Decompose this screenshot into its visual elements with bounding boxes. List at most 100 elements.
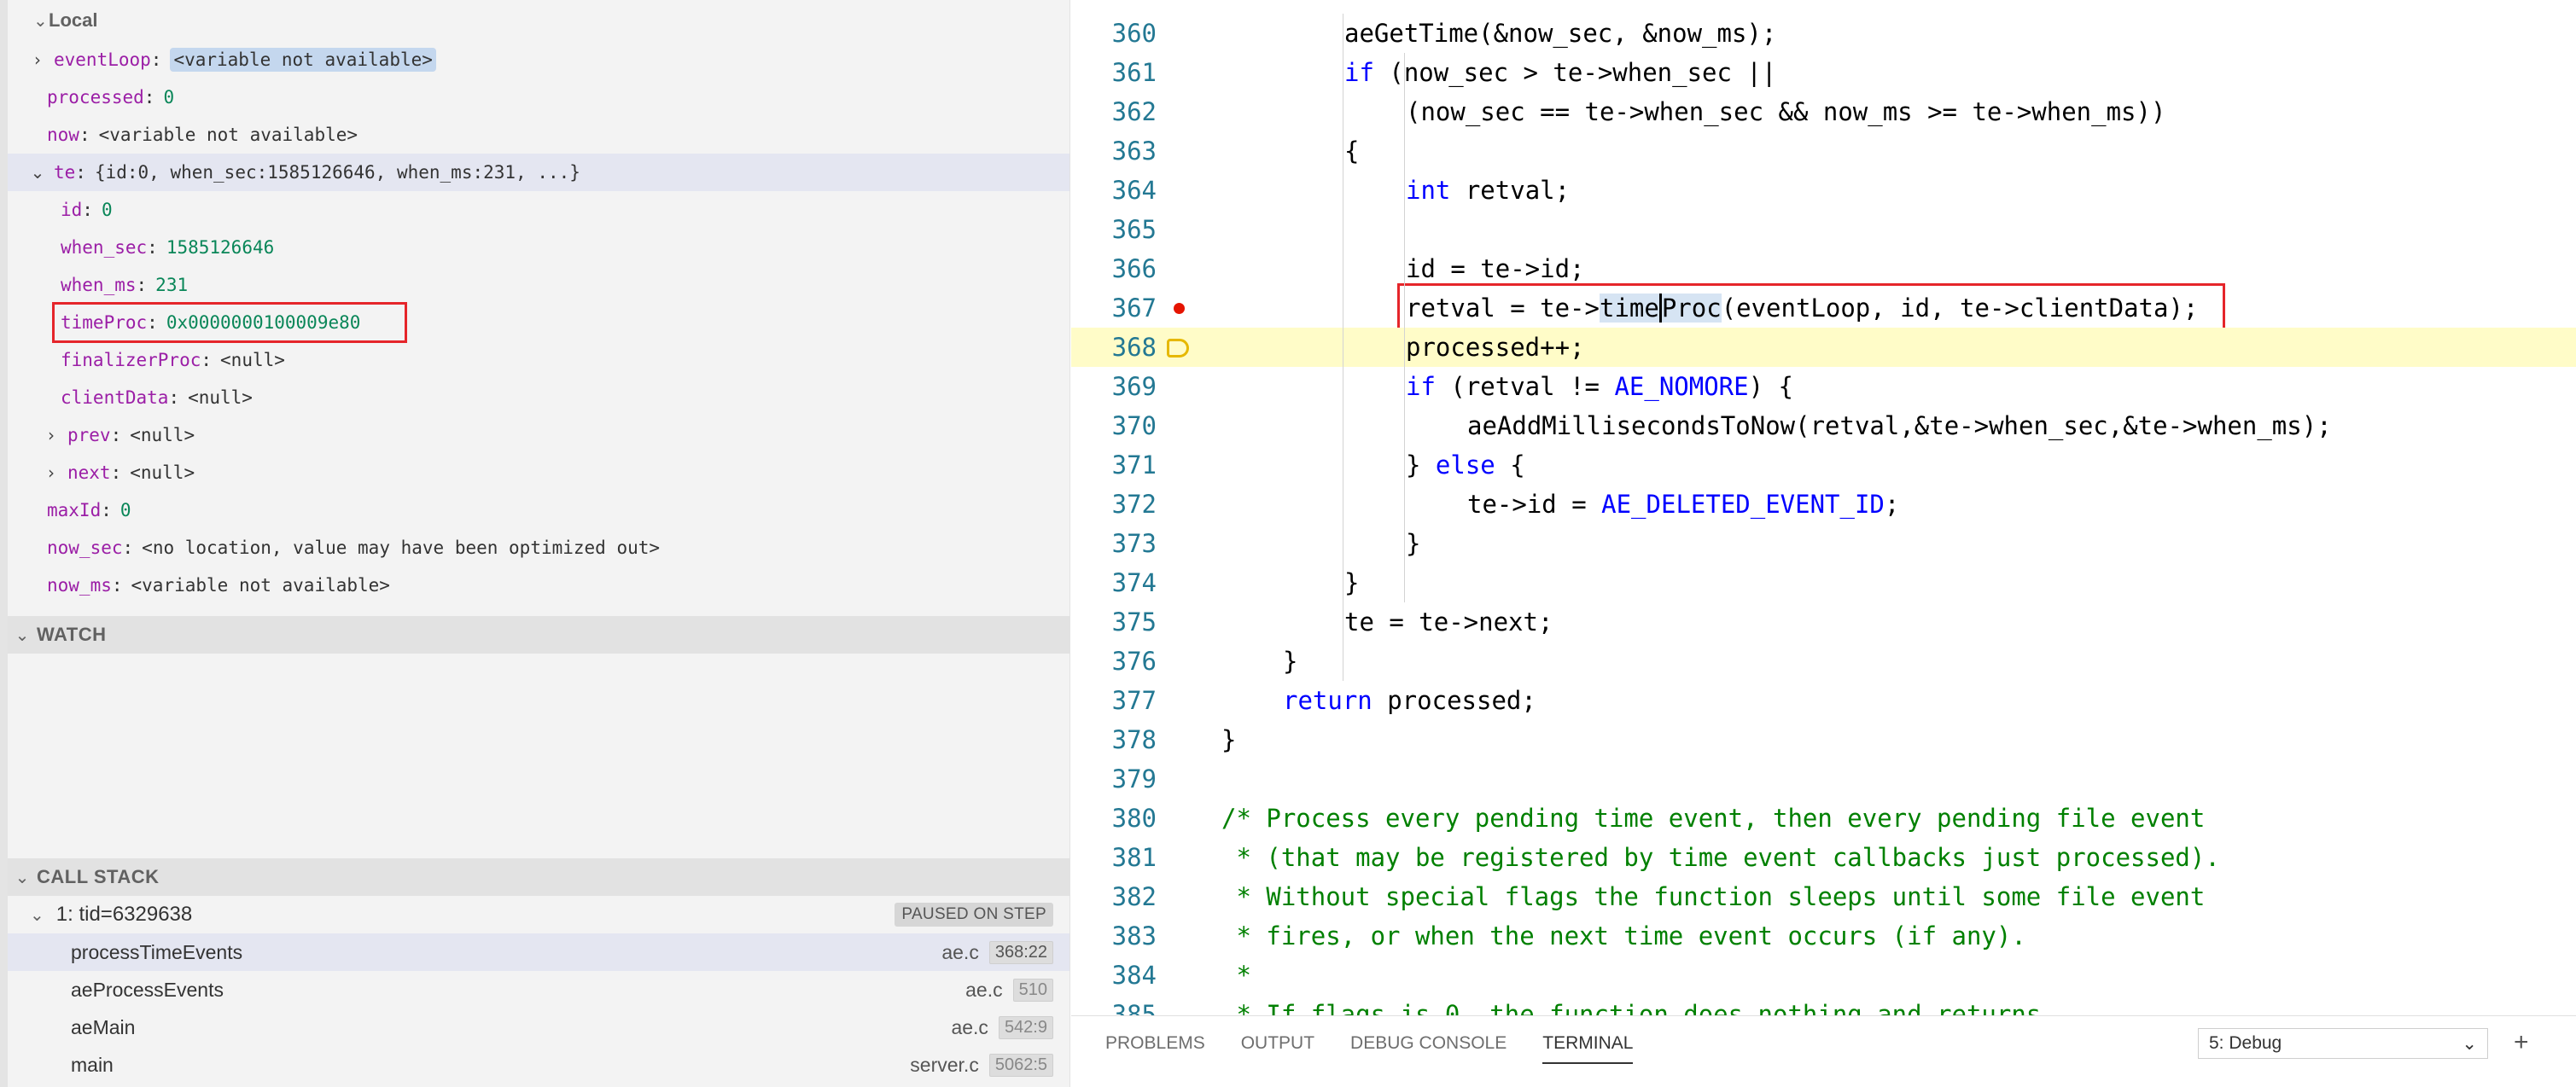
glyph-margin[interactable] (1157, 92, 1199, 131)
code-line[interactable]: 376} (1071, 642, 2576, 681)
glyph-margin[interactable] (1157, 524, 1199, 563)
code-line[interactable]: 378} (1071, 720, 2576, 759)
chevron-down-icon: ⌄ (33, 11, 48, 31)
variable-name: finalizerProc (61, 350, 201, 370)
chevron-icon[interactable]: ⌄ (28, 162, 47, 183)
variable-row[interactable]: ›finalizerProc:<null> (8, 341, 1069, 379)
variable-row[interactable]: ›when_sec:1585126646 (8, 229, 1069, 266)
code-line[interactable]: 385 * If flags is 0, the function does n… (1071, 995, 2576, 1015)
stack-frame[interactable]: aeMain ae.c 542:9 (8, 1009, 1069, 1046)
line-number: 368 (1111, 333, 1157, 362)
terminal-select[interactable]: 5: Debug ⌄ (2198, 1028, 2488, 1059)
code-line[interactable]: 384 * (1071, 956, 2576, 995)
code-text: } (1199, 647, 1297, 676)
add-terminal-icon[interactable]: + (2514, 1028, 2529, 1057)
glyph-margin[interactable] (1157, 14, 1199, 53)
code-text: * fires, or when the next time event occ… (1199, 921, 2025, 950)
variable-row[interactable]: ⌄ te: {id:0, when_sec:1585126646, when_ms:… (8, 154, 1069, 191)
variable-row[interactable]: ›when_ms:231 (8, 266, 1069, 304)
glyph-margin[interactable] (1157, 485, 1199, 524)
glyph-margin[interactable] (1157, 799, 1199, 838)
variable-row[interactable]: › prev: <null> (8, 416, 1069, 454)
code-line[interactable]: 373} (1071, 524, 2576, 563)
glyph-margin[interactable] (1157, 956, 1199, 995)
code-line[interactable]: 380 /* Process every pending time event, … (1071, 799, 2576, 838)
code-line[interactable]: 367 retval = te->time Proc(eventLoop, id, … (1071, 283, 2576, 331)
glyph-margin[interactable] (1157, 131, 1199, 171)
glyph-margin[interactable] (1157, 53, 1199, 92)
variable-name: timeProc (61, 312, 148, 333)
local-scope-header[interactable]: ⌄ Local (8, 0, 1069, 41)
code-text: * Without special flags the function sle… (1199, 882, 2205, 911)
glyph-margin[interactable] (1157, 406, 1199, 445)
call-stack-header[interactable]: ⌄ CALL STACK (8, 858, 1069, 896)
code-token: } (1406, 529, 1421, 558)
glyph-margin[interactable] (1157, 210, 1199, 249)
code-line[interactable]: 360 aeGetTime(&now_sec, &now_ms); (1071, 14, 2576, 53)
chevron-icon[interactable]: › (28, 49, 47, 70)
code-line[interactable]: 382 * Without special flags the function… (1071, 877, 2576, 916)
code-token: * Without special flags the function sle… (1221, 882, 2206, 911)
variable-row[interactable]: ›clientData:<null> (8, 379, 1069, 416)
code-line[interactable]: 365 (1071, 210, 2576, 249)
glyph-margin[interactable] (1157, 877, 1199, 916)
glyph-margin[interactable] (1157, 171, 1199, 210)
code-line[interactable]: 375 te = te->next; (1071, 602, 2576, 642)
stack-frame[interactable]: aeProcessEvents ae.c 510 (8, 971, 1069, 1009)
glyph-margin[interactable] (1157, 328, 1199, 367)
variable-row[interactable]: ›timeProc:0x0000000100009e80 (8, 302, 1069, 343)
variable-row[interactable]: › eventLoop: <variable not available> (8, 41, 1069, 78)
chevron-icon[interactable]: › (42, 462, 61, 483)
variable-row[interactable]: ›processed:0 (8, 78, 1069, 116)
stack-frame[interactable]: main server.c 5062:5 (8, 1046, 1069, 1084)
code-line[interactable]: 381 * (that may be registered by time ev… (1071, 838, 2576, 877)
glyph-margin[interactable] (1157, 288, 1199, 328)
frame-location: ae.c 510 (965, 978, 1053, 1002)
glyph-margin[interactable] (1157, 995, 1199, 1015)
glyph-margin[interactable] (1157, 249, 1199, 288)
glyph-margin[interactable] (1157, 563, 1199, 602)
tab-terminal[interactable]: TERMINAL (1542, 1033, 1634, 1064)
code-line[interactable]: 364 int retval; (1071, 171, 2576, 210)
chevron-icon[interactable]: › (42, 425, 61, 445)
glyph-margin[interactable] (1157, 367, 1199, 406)
glyph-margin[interactable] (1157, 759, 1199, 799)
code-line[interactable]: 368 processed++; (1071, 328, 2576, 367)
code-editor[interactable]: 360 aeGetTime(&now_sec, &now_ms); 361 if (n… (1071, 0, 2576, 1015)
watch-header[interactable]: ⌄ WATCH (8, 616, 1069, 654)
code-line[interactable]: 362 (now_sec == te->when_sec && now_ms >=… (1071, 92, 2576, 131)
glyph-margin[interactable] (1157, 445, 1199, 485)
tab-debug-console[interactable]: DEBUG CONSOLE (1350, 1033, 1507, 1064)
code-line[interactable]: 361 if (now_sec > te->when_sec || (1071, 53, 2576, 92)
tab-problems[interactable]: PROBLEMS (1105, 1033, 1205, 1064)
breakpoint-icon[interactable] (1174, 303, 1185, 314)
glyph-margin[interactable] (1157, 916, 1199, 956)
variable-row[interactable]: ›now_sec:<no location, value may have be… (8, 529, 1069, 567)
code-line[interactable]: 366 id = te->id; (1071, 249, 2576, 288)
variable-row[interactable]: ›maxId:0 (8, 491, 1069, 529)
glyph-margin[interactable] (1157, 681, 1199, 720)
glyph-margin[interactable] (1157, 720, 1199, 759)
variable-value: 1585126646 (166, 237, 275, 258)
code-line[interactable]: 363 { (1071, 131, 2576, 171)
variable-row[interactable]: › next: <null> (8, 454, 1069, 491)
tab-output[interactable]: OUTPUT (1241, 1033, 1314, 1064)
code-line[interactable]: 372 te->id = AE_DELETED_EVENT_ID; (1071, 485, 2576, 524)
line-number: 385 (1111, 1000, 1157, 1015)
code-line[interactable]: 377 return processed; (1071, 681, 2576, 720)
code-line[interactable]: 369 if (retval != AE_NOMORE) { (1071, 367, 2576, 406)
glyph-margin[interactable] (1157, 602, 1199, 642)
code-line[interactable]: 383 * fires, or when the next time event… (1071, 916, 2576, 956)
code-line[interactable]: 371} else { (1071, 445, 2576, 485)
code-line[interactable]: 379 (1071, 759, 2576, 799)
glyph-margin[interactable] (1157, 838, 1199, 877)
variable-row[interactable]: ›id:0 (8, 191, 1069, 229)
code-line[interactable]: 370 aeAddMillisecondsToNow(retval,&te->wh… (1071, 406, 2576, 445)
variable-row[interactable]: ›now:<variable not available> (8, 116, 1069, 154)
stack-frame[interactable]: processTimeEvents ae.c 368:22 (8, 933, 1069, 971)
variable-row[interactable]: ›now_ms:<variable not available> (8, 567, 1069, 604)
glyph-margin[interactable] (1157, 642, 1199, 681)
thread-row[interactable]: ⌄ 1: tid=6329638 PAUSED ON STEP (8, 896, 1069, 933)
code-line[interactable]: 374} (1071, 563, 2576, 602)
chevron-down-icon: ⌄ (30, 905, 44, 925)
